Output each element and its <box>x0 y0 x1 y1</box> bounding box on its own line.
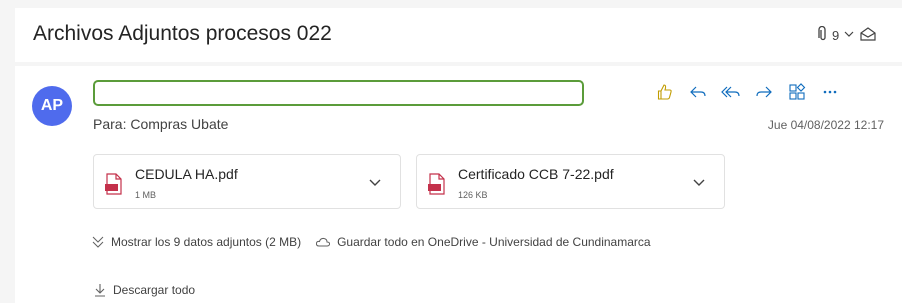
message-actions <box>655 82 840 102</box>
download-all-label: Descargar todo <box>113 283 196 297</box>
attachment-count: 9 <box>832 28 840 43</box>
message-subject: Archivos Adjuntos procesos 022 <box>33 22 332 45</box>
show-all-attachments-link[interactable]: Mostrar los 9 datos adjuntos (2 MB) <box>91 235 301 249</box>
attachment-card[interactable]: CEDULA HA.pdf 1 MB <box>93 154 401 209</box>
attachment-card[interactable]: Certificado CCB 7-22.pdf 126 KB <box>416 154 725 209</box>
show-all-label: Mostrar los 9 datos adjuntos (2 MB) <box>111 235 302 249</box>
avatar: AP <box>32 86 72 126</box>
message-card: AP Para: Compras Ubate Jue 04/08/2022 12… <box>15 66 902 303</box>
to-label: Para: <box>93 116 127 132</box>
sender-field[interactable] <box>93 80 584 106</box>
attachment-size: 1 MB <box>135 190 157 200</box>
chevron-down-icon[interactable] <box>843 28 855 43</box>
attachment-size: 126 KB <box>458 190 488 200</box>
more-icon[interactable] <box>820 82 840 102</box>
attachment-name: Certificado CCB 7-22.pdf <box>458 166 614 182</box>
save-to-onedrive-link[interactable]: Guardar todo en OneDrive - Universidad d… <box>315 235 651 249</box>
header-tools: 9 <box>818 25 877 45</box>
attachment-name: CEDULA HA.pdf <box>135 166 238 182</box>
download-all-link[interactable]: Descargar todo <box>94 283 195 297</box>
reply-all-icon[interactable] <box>721 82 741 102</box>
pdf-icon <box>104 173 124 200</box>
message-date: Jue 04/08/2022 12:17 <box>767 118 884 132</box>
double-chevron-down-icon <box>92 236 104 248</box>
to-line: Para: Compras Ubate <box>93 116 228 132</box>
download-icon <box>95 284 105 297</box>
to-recipient[interactable]: Compras Ubate <box>130 116 228 132</box>
apps-icon[interactable] <box>787 82 807 102</box>
cloud-icon <box>316 237 331 247</box>
attachment-links: Mostrar los 9 datos adjuntos (2 MB) Guar… <box>91 235 665 249</box>
like-icon[interactable] <box>655 82 675 102</box>
save-onedrive-label: Guardar todo en OneDrive - Universidad d… <box>337 235 651 249</box>
envelope-open-icon[interactable] <box>859 26 877 45</box>
chevron-down-icon[interactable] <box>692 175 706 194</box>
paperclip-icon[interactable] <box>818 25 828 45</box>
pdf-icon <box>427 173 447 200</box>
chevron-down-icon[interactable] <box>368 175 382 194</box>
forward-icon[interactable] <box>754 82 774 102</box>
reply-icon[interactable] <box>688 82 708 102</box>
message-header: Archivos Adjuntos procesos 022 9 <box>15 8 902 62</box>
